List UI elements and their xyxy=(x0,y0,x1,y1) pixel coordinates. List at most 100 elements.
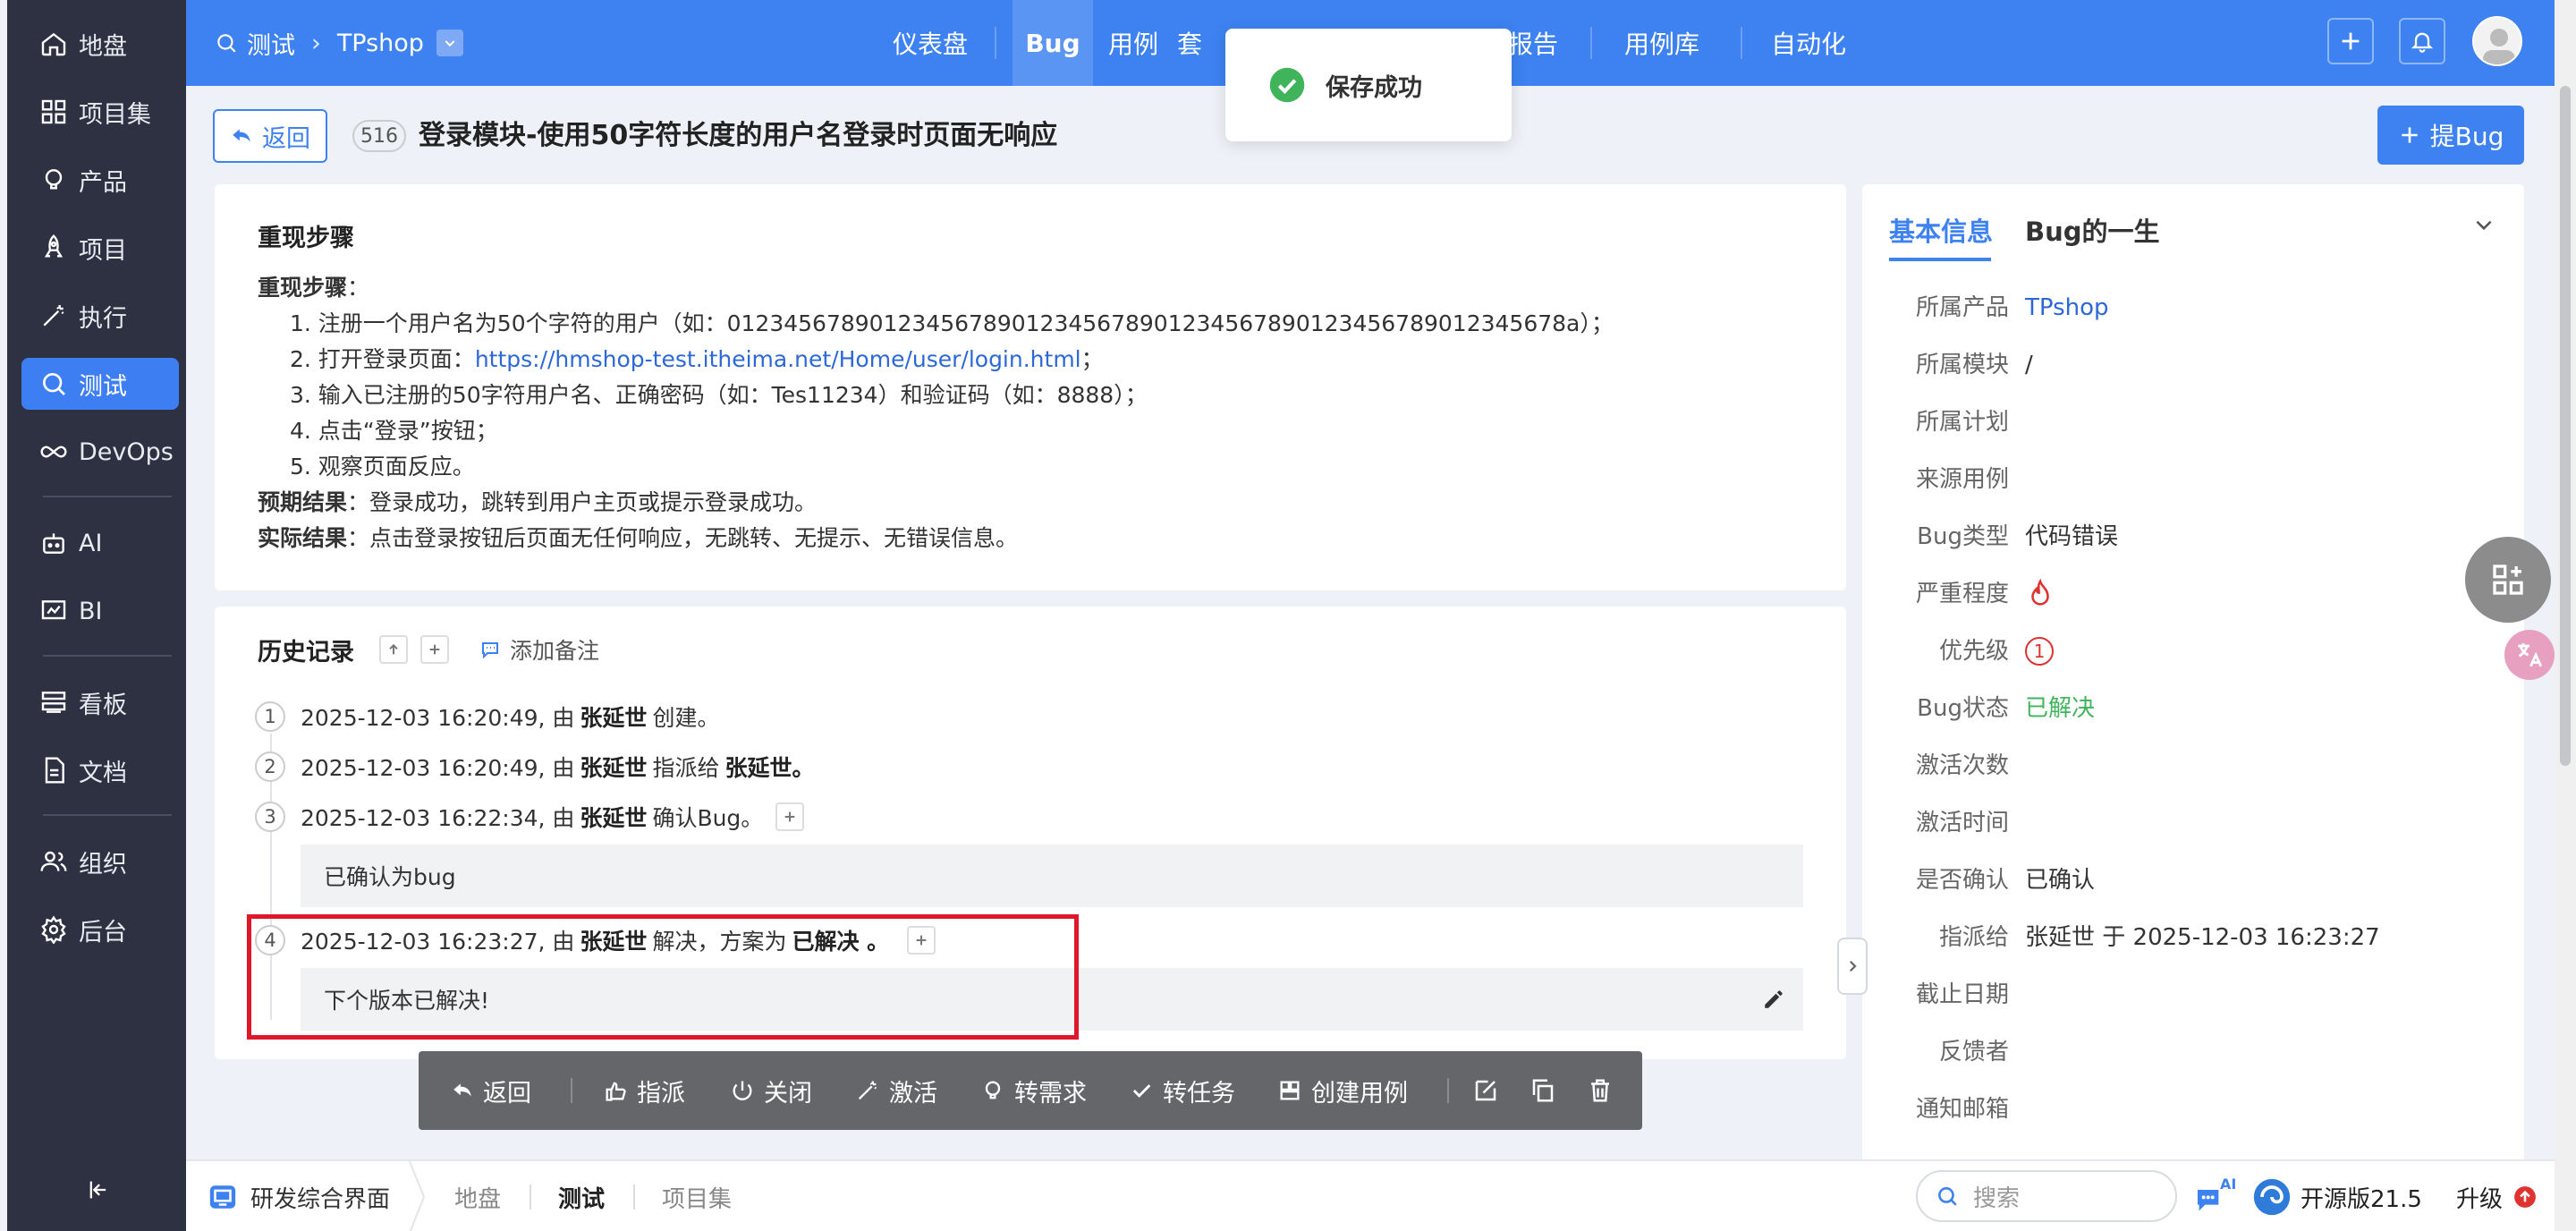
sidebar-item-org[interactable]: 组织 xyxy=(21,836,179,887)
search-icon xyxy=(1938,1187,1957,1206)
sidebar-item-label: 产品 xyxy=(79,168,127,197)
breadcrumb-section[interactable]: 测试 xyxy=(247,26,295,61)
avatar[interactable] xyxy=(2472,16,2522,66)
sidebar-divider xyxy=(43,496,172,497)
sidebar-item-admin[interactable]: 后台 xyxy=(21,904,179,955)
bottom-tab-test[interactable]: 测试 xyxy=(558,1161,605,1231)
info-label: Bug状态 xyxy=(1917,695,2009,722)
back-button[interactable]: 返回 xyxy=(213,109,327,163)
info-panel-fade xyxy=(1862,1142,2524,1159)
priority-value: 1 xyxy=(2025,633,2054,669)
sidebar-item-ai[interactable]: AI xyxy=(21,517,179,569)
floating-apps-button[interactable] xyxy=(2465,537,2551,623)
sidebar-item-product[interactable]: 产品 xyxy=(21,154,179,206)
version-info[interactable]: 开源版21.5 xyxy=(2252,1161,2422,1231)
plus-icon xyxy=(2342,32,2360,50)
sidebar-item-devops[interactable]: DevOps xyxy=(21,426,179,478)
toggle-detail-panel-button[interactable] xyxy=(1837,938,1868,995)
action-assign-button[interactable]: 指派 xyxy=(603,1051,685,1130)
sidebar-item-label: BI xyxy=(79,597,103,625)
edit-pencil-icon[interactable] xyxy=(1762,988,1785,1011)
ai-badge: AI xyxy=(2220,1176,2237,1193)
collapse-sidebar-button[interactable] xyxy=(86,1177,111,1202)
login-url-link[interactable]: https://hmshop-test.itheima.net/Home/use… xyxy=(475,346,1081,372)
step-item: 2. 打开登录页面：https://hmshop-test.itheima.ne… xyxy=(290,346,1104,372)
action-copy-button[interactable] xyxy=(1530,1051,1565,1130)
translate-icon xyxy=(2518,643,2543,667)
undo-arrow-icon xyxy=(233,129,250,142)
action-back-button[interactable]: 返回 xyxy=(451,1051,531,1130)
info-panel xyxy=(1862,184,2524,1159)
app-switcher[interactable]: 研发综合界面 xyxy=(208,1161,390,1231)
breadcrumb-separator: › xyxy=(311,29,321,57)
nav-separator xyxy=(995,27,996,59)
create-button[interactable] xyxy=(2327,18,2374,64)
tab-bug-lifecycle[interactable]: Bug的一生 xyxy=(2025,211,2160,249)
sidebar-item-test[interactable]: 测试 xyxy=(21,358,179,410)
sidebar-item-label: DevOps xyxy=(79,437,174,466)
action-create-case-button[interactable]: 创建用例 xyxy=(1277,1051,1408,1130)
product-dropdown-button[interactable] xyxy=(436,30,463,56)
bottom-tab-programs[interactable]: 项目集 xyxy=(662,1161,732,1231)
sidebar-item-programs[interactable]: 项目集 xyxy=(21,86,179,138)
apps-add-icon xyxy=(2493,565,2523,595)
add-note-label: 添加备注 xyxy=(510,638,600,664)
ai-chat-button[interactable]: AI xyxy=(2193,1176,2238,1218)
sidebar-item-execution[interactable]: 执行 xyxy=(21,290,179,342)
action-to-task-button[interactable]: 转任务 xyxy=(1129,1051,1235,1130)
info-label: 所属产品 xyxy=(1915,294,2009,321)
plus-icon xyxy=(2401,127,2418,143)
scrollbar-track[interactable] xyxy=(2555,0,2576,1231)
global-search-input[interactable]: 搜索 xyxy=(1916,1170,2177,1222)
action-edit-button[interactable] xyxy=(1472,1051,1508,1130)
create-bug-label: 提Bug xyxy=(2429,122,2504,151)
undo-arrow-icon xyxy=(453,1083,471,1097)
scrollbar-thumb[interactable] xyxy=(2560,86,2571,766)
info-value: 已解决 xyxy=(2025,695,2096,722)
copy-icon xyxy=(1532,1079,1554,1102)
bottom-tab-home[interactable]: 地盘 xyxy=(454,1161,501,1231)
info-label: 所属模块 xyxy=(1915,352,2009,378)
breadcrumb: 测试 › TPshop xyxy=(215,0,463,86)
upgrade-button[interactable]: 升级 xyxy=(2456,1161,2537,1231)
hand-point-icon xyxy=(606,1082,626,1101)
highlight-box xyxy=(247,914,1079,1040)
expand-entry-button[interactable] xyxy=(775,802,805,831)
info-value[interactable]: TPshop xyxy=(2025,290,2109,326)
tab-suite[interactable]: 套 xyxy=(1172,0,1208,86)
collapse-icon xyxy=(89,1181,106,1199)
expand-history-button[interactable] xyxy=(420,635,449,664)
info-label: 所属计划 xyxy=(1915,409,2009,436)
tab-basic-info[interactable]: 基本信息 xyxy=(1889,211,1993,249)
tab-cases[interactable]: 用例 xyxy=(1102,0,1165,86)
add-note-button[interactable]: 添加备注 xyxy=(479,633,599,666)
history-title: 历史记录 xyxy=(258,638,354,666)
expected-result: 预期结果：登录成功，跳转到用户主页或提示登录成功。 xyxy=(258,489,818,515)
sidebar-item-docs[interactable]: 文档 xyxy=(21,744,179,796)
action-activate-button[interactable]: 激活 xyxy=(855,1051,937,1130)
sidebar-divider xyxy=(43,655,172,657)
sidebar-item-home[interactable]: 地盘 xyxy=(21,18,179,70)
collapse-panel-button[interactable] xyxy=(2472,213,2496,236)
tab-caselib[interactable]: 用例库 xyxy=(1617,0,1707,86)
sidebar-item-bi[interactable]: BI xyxy=(21,585,179,637)
sidebar-item-project[interactable]: 项目 xyxy=(21,222,179,274)
notifications-button[interactable] xyxy=(2399,18,2445,64)
sort-history-button[interactable] xyxy=(379,635,408,664)
sidebar-item-kanban[interactable]: 看板 xyxy=(21,676,179,728)
create-bug-button[interactable]: 提Bug xyxy=(2377,106,2524,165)
flame-icon xyxy=(2031,579,2049,606)
tab-bug[interactable]: Bug xyxy=(1013,0,1093,86)
chevron-right-icon xyxy=(1849,960,1857,972)
comment-icon xyxy=(482,642,498,659)
action-close-button[interactable]: 关闭 xyxy=(730,1051,812,1130)
tab-automation[interactable]: 自动化 xyxy=(1764,0,1853,86)
history-comment: 已确认为bug xyxy=(301,845,1803,907)
chevron-down-icon xyxy=(2476,220,2492,231)
action-to-story-button[interactable]: 转需求 xyxy=(980,1051,1087,1130)
translate-button[interactable] xyxy=(2504,630,2555,680)
action-delete-button[interactable] xyxy=(1587,1051,1623,1130)
breadcrumb-product[interactable]: TPshop xyxy=(337,30,424,57)
tab-dashboard[interactable]: 仪表盘 xyxy=(877,0,984,86)
bottom-bar: 研发综合界面 地盘 测试 项目集 搜索 AI 开源版21.5 升级 xyxy=(186,1159,2555,1231)
